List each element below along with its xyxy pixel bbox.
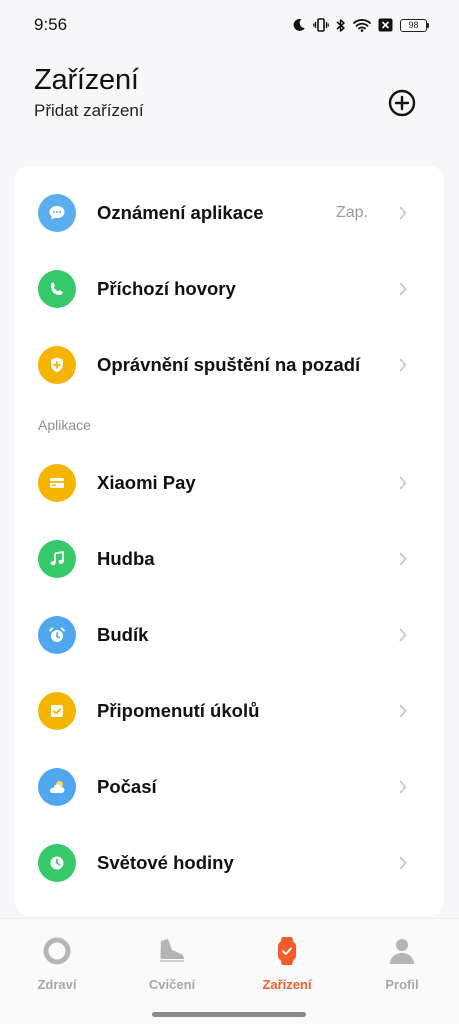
chat-bubble-icon: [38, 194, 76, 232]
weather-icon: [38, 768, 76, 806]
music-note-icon: [38, 540, 76, 578]
section-label-apps: Aplikace: [38, 417, 91, 433]
bottom-nav: Zdraví Cvičení Zařízení Profil: [0, 918, 459, 1024]
status-icons: 98: [292, 18, 429, 33]
task-check-icon: [38, 692, 76, 730]
row-label: Xiaomi Pay: [97, 472, 196, 493]
row-weather[interactable]: Počasí: [15, 749, 444, 825]
chevron-right-icon: [398, 281, 408, 297]
row-label: Oznámení aplikace: [97, 202, 264, 223]
battery-icon: 98: [400, 18, 429, 32]
tab-label: Zařízení: [262, 977, 312, 992]
row-label: Oprávnění spuštění na pozadí: [97, 354, 361, 375]
no-sim-icon: [378, 18, 393, 32]
row-world-clock[interactable]: Světové hodiny: [15, 825, 444, 901]
tab-profile[interactable]: Profil: [352, 935, 452, 995]
status-bar: 9:56 98: [0, 0, 459, 50]
wifi-icon: [353, 18, 371, 32]
phone-icon: [38, 270, 76, 308]
bluetooth-icon: [336, 18, 346, 33]
shield-icon: [38, 346, 76, 384]
row-label: Světové hodiny: [97, 852, 234, 873]
chevron-right-icon: [398, 357, 408, 373]
row-incoming-calls[interactable]: Příchozí hovory: [15, 251, 444, 327]
row-xiaomi-pay[interactable]: Xiaomi Pay: [15, 445, 444, 521]
tab-label: Zdraví: [37, 977, 77, 992]
row-label: Hudba: [97, 548, 155, 569]
tab-workout[interactable]: Cvičení: [122, 935, 222, 995]
row-app-notifications[interactable]: Oznámení aplikace Zap.: [15, 175, 444, 251]
row-task-reminders[interactable]: Připomenutí úkolů: [15, 673, 444, 749]
tab-label: Cvičení: [148, 977, 196, 992]
tab-health[interactable]: Zdraví: [7, 935, 107, 995]
chevron-right-icon: [398, 703, 408, 719]
page-subtitle: Přidat zařízení: [34, 101, 144, 120]
row-music[interactable]: Hudba: [15, 521, 444, 597]
row-label: Budík: [97, 624, 149, 645]
world-clock-icon: [38, 844, 76, 882]
row-background-permission[interactable]: Oprávnění spuštění na pozadí: [15, 327, 444, 403]
chevron-right-icon: [398, 855, 408, 871]
tab-label: Profil: [385, 977, 419, 992]
row-label: Počasí: [97, 776, 157, 797]
person-icon: [386, 935, 418, 967]
tab-devices[interactable]: Zařízení: [237, 935, 337, 995]
page-title: Zařízení: [34, 64, 139, 96]
settings-card: Oznámení aplikace Zap. Příchozí hovory O…: [15, 166, 444, 916]
row-value: Zap.: [335, 204, 368, 221]
vibrate-icon: [313, 18, 329, 32]
plus-circle-icon: [388, 89, 416, 117]
moon-icon: [292, 18, 306, 32]
row-label: Připomenutí úkolů: [97, 700, 260, 721]
chevron-right-icon: [398, 205, 408, 221]
chevron-right-icon: [398, 551, 408, 567]
row-label: Příchozí hovory: [97, 278, 236, 299]
alarm-clock-icon: [38, 616, 76, 654]
page-header: Zařízení Přidat zařízení: [34, 64, 429, 144]
chevron-right-icon: [398, 475, 408, 491]
row-alarm[interactable]: Budík: [15, 597, 444, 673]
card-icon: [38, 464, 76, 502]
battery-level: 98: [400, 18, 427, 32]
home-indicator[interactable]: [152, 1012, 306, 1017]
chevron-right-icon: [398, 779, 408, 795]
status-time: 9:56: [34, 15, 68, 34]
add-device-button[interactable]: [387, 88, 417, 118]
watch-icon: [271, 935, 303, 967]
chevron-right-icon: [398, 627, 408, 643]
health-ring-icon: [41, 935, 73, 967]
shoe-icon: [156, 935, 188, 967]
